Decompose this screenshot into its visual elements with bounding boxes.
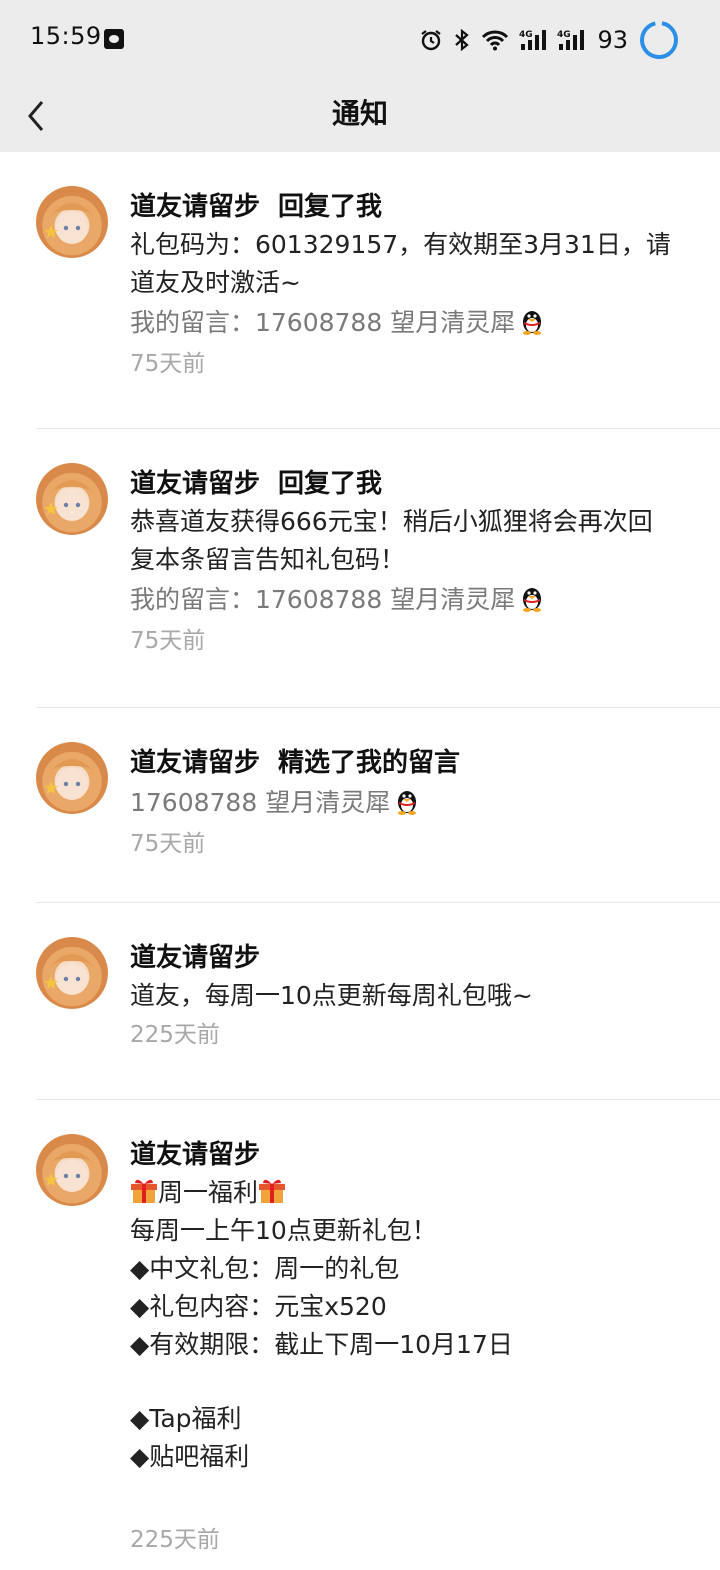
wifi-icon — [482, 30, 509, 51]
svg-text:4G: 4G — [519, 30, 533, 40]
sender-name: 道友请留步 — [130, 943, 261, 973]
svg-text:4G: 4G — [557, 30, 571, 40]
notification-body: 礼包码为：601329157，有效期至3月31日，请 道友及时激活~ — [130, 226, 700, 302]
qq-penguin-icon — [398, 791, 417, 815]
quote-text: 我的留言：17608788 望月清灵犀 — [130, 308, 516, 337]
qq-penguin-icon — [523, 588, 542, 612]
notification-title: 道友请留步 精选了我的留言 — [130, 744, 700, 782]
notification-time: 75天前 — [130, 351, 206, 377]
my-comment-quote: 我的留言：17608788 望月清灵犀 — [130, 302, 700, 344]
notification-action: 回复了我 — [278, 469, 383, 499]
body-blank-line — [130, 1364, 700, 1400]
body-line: 礼包码为：601329157，有效期至3月31日，请 — [130, 230, 671, 259]
sender-name: 道友请留步 — [130, 469, 261, 499]
notification-title: 道友请留步 回复了我 — [130, 465, 700, 503]
avatar[interactable] — [36, 1134, 108, 1206]
notification-time: 75天前 — [130, 831, 206, 857]
featured-comment: 17608788 望月清灵犀 — [130, 782, 700, 824]
avatar[interactable] — [36, 742, 108, 814]
avatar[interactable] — [36, 937, 108, 1009]
avatar[interactable] — [36, 463, 108, 535]
signal-4g-icon: 4G — [519, 30, 547, 50]
status-icons: 4G 4G 93 — [419, 18, 680, 62]
gift-icon — [131, 1179, 157, 1203]
sender-name: 道友请留步 — [130, 748, 261, 778]
alarm-icon — [421, 30, 442, 51]
battery-level: 93 — [597, 26, 628, 54]
notification-time: 225天前 — [130, 1527, 220, 1553]
notification-body: 周一福利 每周一上午10点更新礼包！ ◆中文礼包：周一的礼包 ◆礼包内容：元宝x… — [130, 1174, 700, 1476]
body-line: ◆中文礼包：周一的礼包 — [130, 1254, 400, 1283]
notification-item[interactable]: 道友请留步 周一福利 每周一上午10点更新礼包！ ◆中文礼包：周一的礼包 ◆礼包… — [36, 1100, 720, 1570]
my-comment-quote: 我的留言：17608788 望月清灵犀 — [130, 579, 700, 621]
nav-bar: 通知 — [0, 80, 720, 152]
status-bar: 15:59 4G 4G 93 — [0, 0, 720, 80]
body-line: ◆贴吧福利 — [130, 1442, 250, 1471]
notification-time: 75天前 — [130, 628, 206, 654]
notification-item[interactable]: 道友请留步 道友，每周一10点更新每周礼包哦~ 225天前 — [36, 903, 720, 1100]
sender-name: 道友请留步 — [130, 192, 261, 222]
status-time: 15:59 — [30, 22, 102, 50]
sender-name: 道友请留步 — [130, 1140, 261, 1170]
notification-time: 225天前 — [130, 1022, 220, 1048]
gift-heading-line: 周一福利 — [130, 1174, 700, 1212]
quote-text: 17608788 望月清灵犀 — [130, 788, 391, 817]
notification-item[interactable]: 道友请留步 精选了我的留言 17608788 望月清灵犀 75天前 — [36, 708, 720, 903]
notification-title: 道友请留步 — [130, 1136, 700, 1174]
notification-list: 道友请留步 回复了我 礼包码为：601329157，有效期至3月31日，请 道友及… — [0, 152, 720, 1570]
notification-action: 回复了我 — [278, 192, 383, 222]
body-line: 道友及时激活~ — [130, 268, 301, 297]
notification-title: 道友请留步 回复了我 — [130, 188, 700, 226]
body-line: 复本条留言告知礼包码！ — [130, 545, 406, 574]
notification-body: 道友，每周一10点更新每周礼包哦~ — [130, 977, 700, 1015]
body-line: ◆礼包内容：元宝x520 — [130, 1292, 387, 1321]
body-line: ◆Tap福利 — [130, 1404, 242, 1433]
notification-body: 恭喜道友获得666元宝！稍后小狐狸将会再次回 复本条留言告知礼包码！ — [130, 503, 700, 579]
body-line: 道友，每周一10点更新每周礼包哦~ — [130, 981, 533, 1010]
body-line: 每周一上午10点更新礼包！ — [130, 1216, 437, 1245]
body-line: 恭喜道友获得666元宝！稍后小狐狸将会再次回 — [130, 507, 653, 536]
gift-heading-text: 周一福利 — [158, 1178, 259, 1207]
notification-title: 道友请留步 — [130, 939, 700, 977]
notification-item[interactable]: 道友请留步 回复了我 礼包码为：601329157，有效期至3月31日，请 道友及… — [36, 152, 720, 429]
quote-text: 我的留言：17608788 望月清灵犀 — [130, 585, 516, 614]
qq-penguin-icon — [523, 311, 542, 335]
notification-item[interactable]: 道友请留步 回复了我 恭喜道友获得666元宝！稍后小狐狸将会再次回 复本条留言告知… — [36, 429, 720, 708]
signal-4g-icon: 4G — [557, 30, 585, 50]
bluetooth-icon — [455, 28, 470, 52]
gift-icon — [259, 1179, 286, 1203]
page-title: 通知 — [331, 97, 388, 130]
avatar[interactable] — [36, 186, 108, 258]
battery-ring-icon — [640, 21, 678, 59]
notification-action: 精选了我的留言 — [278, 748, 461, 778]
body-line: ◆有效期限：截止下周一10月17日 — [130, 1330, 513, 1359]
weibo-notification-icon — [104, 29, 124, 49]
